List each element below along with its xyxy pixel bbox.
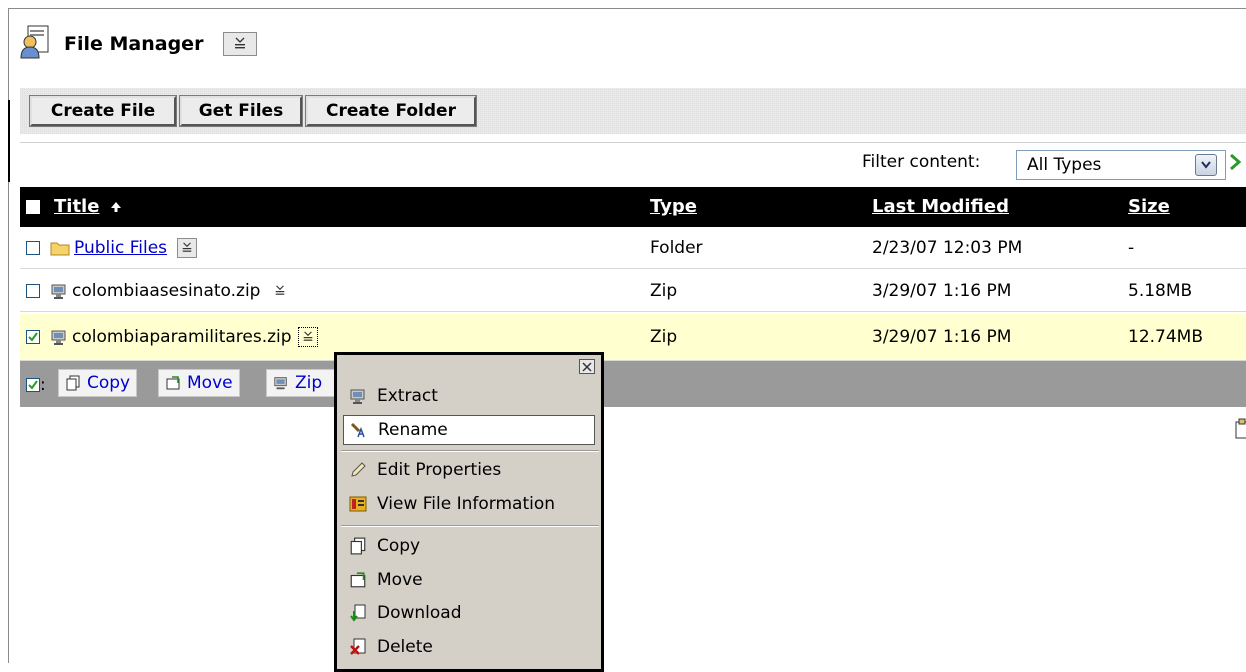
menu-lines-icon bbox=[303, 331, 312, 341]
chevron-down-icon[interactable] bbox=[1195, 154, 1217, 176]
table-row[interactable]: Public Files Folder 2/23/07 12:03 PM - bbox=[20, 227, 1246, 269]
menu-item-label: Copy bbox=[377, 536, 421, 556]
column-header-title[interactable]: Title bbox=[54, 196, 99, 217]
page-title: File Manager bbox=[64, 33, 204, 55]
copy-button[interactable]: Copy bbox=[58, 369, 138, 397]
file-manager-icon bbox=[20, 25, 50, 64]
context-menu: Extract Rename Edit Properties View File… bbox=[334, 352, 604, 672]
left-edge-bar bbox=[8, 100, 10, 182]
menu-item-label: Edit Properties bbox=[377, 460, 502, 480]
row-name-cell: colombiaasesinato.zip bbox=[50, 281, 290, 301]
menu-item-delete[interactable]: Delete bbox=[343, 632, 595, 662]
folder-link[interactable]: Public Files bbox=[74, 238, 167, 258]
menu-item-label: Extract bbox=[377, 386, 438, 406]
checkmark-icon bbox=[28, 332, 38, 342]
menu-item-extract[interactable]: Extract bbox=[343, 381, 595, 411]
select-all-checkbox[interactable] bbox=[26, 200, 40, 214]
filter-selected-value: All Types bbox=[1027, 155, 1102, 175]
column-header-last-modified[interactable]: Last Modified bbox=[872, 196, 1009, 217]
row-size: - bbox=[1128, 238, 1135, 258]
row-modified: 3/29/07 1:16 PM bbox=[872, 281, 1012, 301]
menu-item-rename[interactable]: Rename bbox=[343, 415, 595, 445]
menu-item-move[interactable]: Move bbox=[343, 565, 595, 595]
zip-icon bbox=[274, 377, 287, 390]
row-menu-button-active[interactable] bbox=[297, 327, 318, 347]
copy-icon bbox=[66, 375, 80, 391]
row-type: Zip bbox=[650, 327, 678, 347]
file-name[interactable]: colombiaparamilitares.zip bbox=[72, 327, 292, 347]
table-row-selected[interactable]: colombiaparamilitares.zip Zip 3/29/07 1:… bbox=[20, 314, 1246, 361]
close-icon[interactable] bbox=[579, 359, 595, 374]
menu-item-copy[interactable]: Copy bbox=[343, 531, 595, 561]
zip-button[interactable]: Zip bbox=[266, 369, 336, 397]
row-checkbox[interactable] bbox=[26, 241, 40, 255]
selection-action-bar: : Copy Move Zip bbox=[20, 361, 1246, 407]
row-menu-button[interactable] bbox=[270, 281, 290, 301]
download-icon bbox=[350, 604, 366, 622]
create-folder-button[interactable]: Create Folder bbox=[305, 95, 477, 127]
menu-item-label: Move bbox=[377, 570, 423, 590]
filter-select[interactable]: All Types bbox=[1016, 150, 1226, 180]
column-header-size[interactable]: Size bbox=[1128, 196, 1170, 217]
menu-item-view-file-information[interactable]: View File Information bbox=[343, 489, 595, 519]
zip-label: Zip bbox=[295, 373, 323, 393]
row-name-cell: Public Files bbox=[50, 238, 198, 258]
menu-lines-icon bbox=[235, 37, 246, 49]
menu-item-label: Rename bbox=[378, 420, 448, 440]
row-checkbox-checked[interactable] bbox=[26, 330, 40, 344]
row-size: 12.74MB bbox=[1128, 327, 1203, 347]
zip-file-icon bbox=[51, 284, 66, 299]
table-header: Title Type Last Modified Size bbox=[20, 187, 1246, 227]
row-menu-button[interactable] bbox=[177, 238, 198, 258]
row-checkbox[interactable] bbox=[26, 284, 40, 298]
go-arrow-icon[interactable] bbox=[1228, 152, 1244, 177]
table-row[interactable]: colombiaasesinato.zip Zip 3/29/07 1:16 P… bbox=[20, 270, 1246, 312]
delete-icon bbox=[350, 638, 366, 655]
move-icon bbox=[166, 376, 180, 390]
menu-item-label: View File Information bbox=[377, 494, 556, 514]
menu-item-label: Download bbox=[377, 603, 462, 623]
zip-file-icon bbox=[51, 330, 66, 345]
move-label: Move bbox=[187, 373, 233, 393]
file-name[interactable]: colombiaasesinato.zip bbox=[72, 281, 260, 301]
page-header: File Manager bbox=[20, 24, 258, 64]
menu-item-download[interactable]: Download bbox=[343, 598, 595, 628]
menu-separator bbox=[341, 525, 599, 527]
row-modified: 2/23/07 12:03 PM bbox=[872, 238, 1023, 258]
menu-lines-icon bbox=[182, 242, 192, 252]
page-menu-button[interactable] bbox=[223, 32, 258, 56]
row-modified: 3/29/07 1:16 PM bbox=[872, 327, 1012, 347]
pencil-icon bbox=[351, 462, 366, 477]
get-files-button[interactable]: Get Files bbox=[179, 95, 303, 127]
paste-icon[interactable] bbox=[1234, 418, 1246, 445]
row-type: Folder bbox=[650, 238, 703, 258]
column-header-type[interactable]: Type bbox=[650, 196, 697, 217]
info-icon bbox=[349, 496, 367, 512]
divider bbox=[20, 142, 1246, 143]
toolbar: Create File Get Files Create Folder bbox=[20, 88, 1246, 134]
menu-separator bbox=[341, 450, 599, 452]
row-name-cell: colombiaparamilitares.zip bbox=[50, 327, 318, 347]
menu-item-label: Delete bbox=[377, 637, 433, 657]
copy-icon bbox=[350, 537, 366, 555]
row-type: Zip bbox=[650, 281, 678, 301]
folder-icon bbox=[50, 242, 70, 256]
extract-icon bbox=[350, 389, 365, 404]
rename-icon bbox=[350, 422, 365, 438]
menu-item-edit-properties[interactable]: Edit Properties bbox=[343, 455, 595, 485]
sort-ascending-icon bbox=[111, 202, 121, 212]
filter-label: Filter content: bbox=[862, 152, 981, 172]
move-button[interactable]: Move bbox=[158, 369, 240, 397]
copy-label: Copy bbox=[87, 373, 131, 393]
checked-box-icon bbox=[26, 378, 40, 392]
menu-lines-icon bbox=[276, 285, 285, 295]
row-size: 5.18MB bbox=[1128, 281, 1193, 301]
selected-indicator: : bbox=[26, 375, 46, 395]
create-file-button[interactable]: Create File bbox=[29, 95, 177, 127]
move-icon bbox=[350, 572, 366, 588]
